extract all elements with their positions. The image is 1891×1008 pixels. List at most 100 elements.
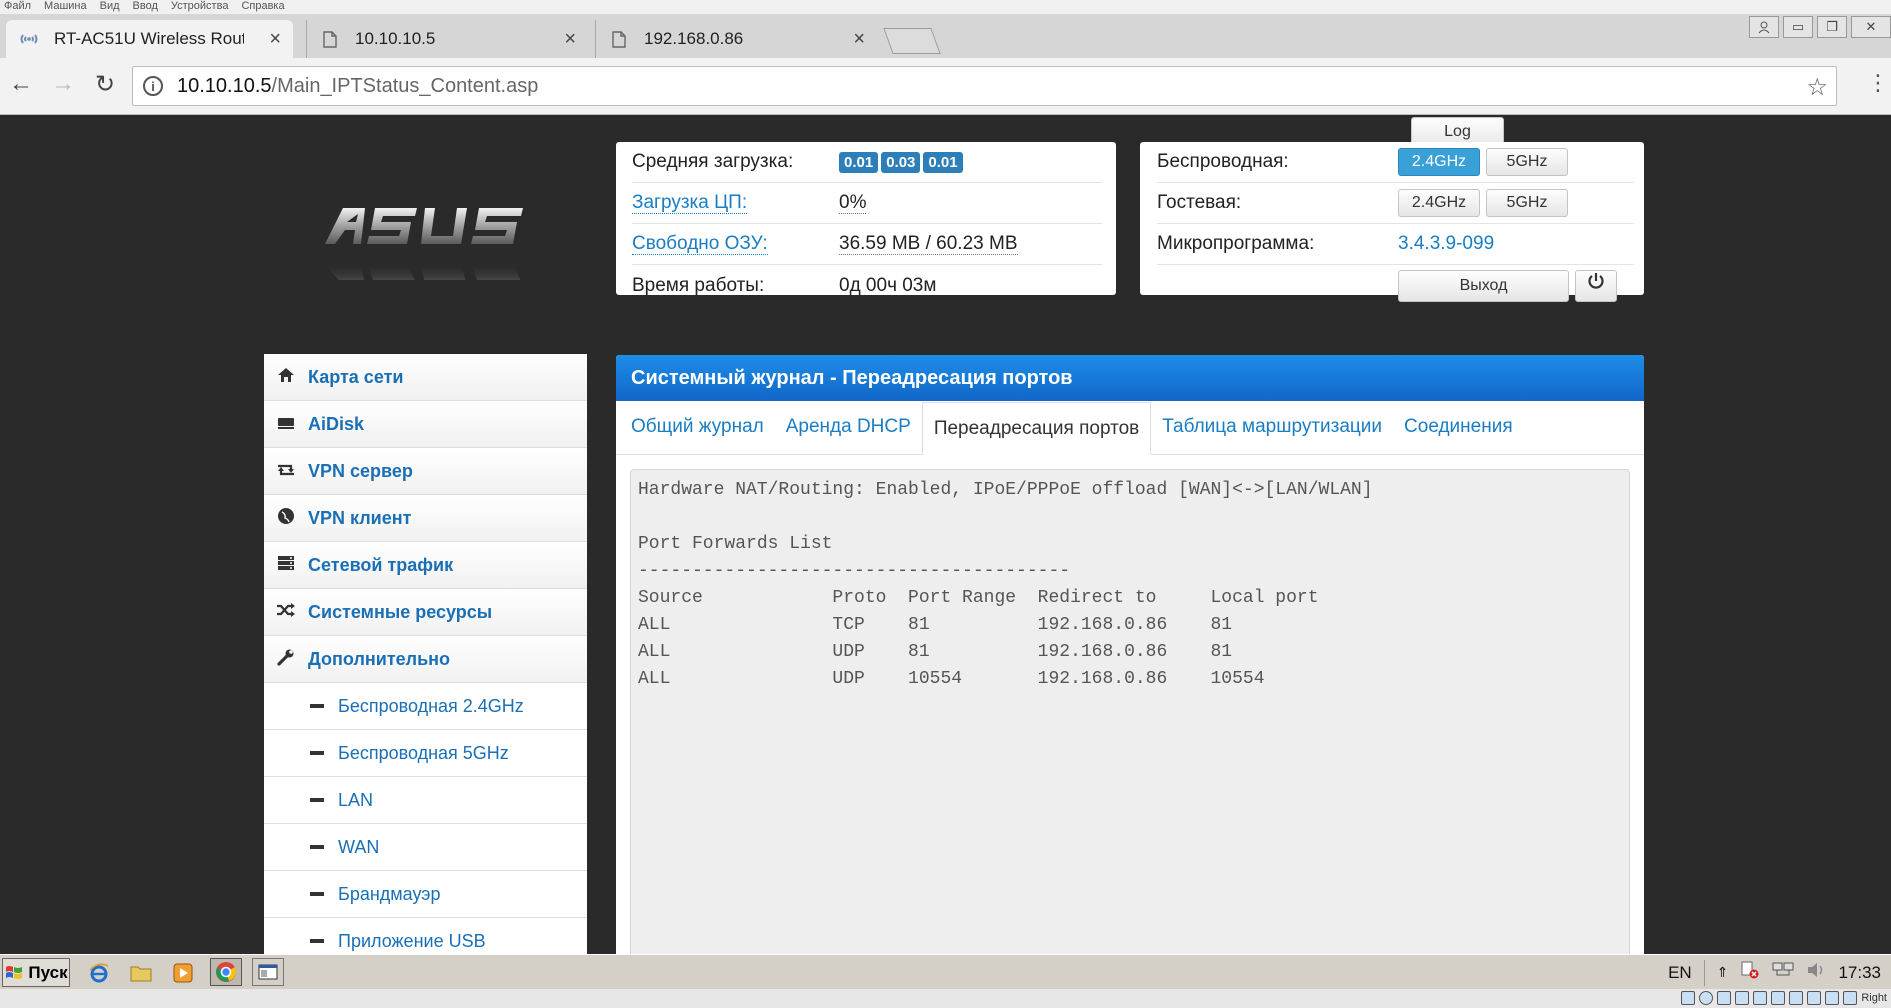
router-page: Средняя загрузка: 0.01 0.03 0.01 Загрузка … xyxy=(0,115,1891,954)
sidebar-subitem-firewall[interactable]: Брандмауэр xyxy=(264,871,587,918)
sidebar-item-aidisk[interactable]: AiDisk xyxy=(264,401,587,448)
port-forward-log[interactable]: Hardware NAT/Routing: Enabled, IPoE/PPPo… xyxy=(630,469,1630,954)
folder-icon[interactable] xyxy=(128,960,154,985)
start-button[interactable]: Пуск xyxy=(2,958,70,987)
shuffle-icon xyxy=(264,602,308,623)
vm-menu-devices[interactable]: Устройства xyxy=(171,0,229,14)
site-info-icon[interactable]: i xyxy=(143,76,163,96)
volume-icon[interactable] xyxy=(1806,961,1826,984)
vm-menu-help[interactable]: Справка xyxy=(241,0,284,14)
menu-kebab-icon[interactable]: ⋮ xyxy=(1867,70,1889,96)
sidebar-subitem-usb[interactable]: Приложение USB xyxy=(264,918,587,954)
tab-dhcp-leases[interactable]: Аренда DHCP xyxy=(775,401,922,454)
restore-icon[interactable]: ❐ xyxy=(1817,16,1847,38)
tab-port-forwarding[interactable]: Переадресация портов xyxy=(921,402,1152,455)
sidebar-item-vpn-client[interactable]: VPN клиент xyxy=(264,495,587,542)
address-bar[interactable]: i 10.10.10.5/Main_IPTStatus_Content.asp … xyxy=(132,66,1837,106)
sidebar-subitem-wireless-24[interactable]: Беспроводная 2.4GHz xyxy=(264,683,587,730)
wireless-5ghz-button[interactable]: 5GHz xyxy=(1486,148,1568,176)
ie-icon[interactable] xyxy=(86,960,112,985)
tab-192-168-0-86[interactable]: 192.168.0.86 × xyxy=(595,20,877,58)
sidebar-item-traffic[interactable]: Сетевой трафик xyxy=(264,542,587,589)
network-adapter-icon[interactable] xyxy=(1771,991,1786,1005)
document-icon xyxy=(321,30,339,48)
forward-icon[interactable]: → xyxy=(48,70,78,98)
power-button[interactable] xyxy=(1575,269,1617,302)
sidebar-item-network-map[interactable]: Карта сети xyxy=(264,354,587,401)
sidebar-subitem-lan[interactable]: LAN xyxy=(264,777,587,824)
close-window-icon[interactable]: ✕ xyxy=(1851,16,1891,38)
sidebar-menu: Карта сети AiDisk VPN сервер VPN клиент … xyxy=(264,354,587,954)
shared-folder-icon[interactable] xyxy=(1735,991,1750,1005)
close-icon[interactable]: × xyxy=(564,28,576,51)
globe-icon xyxy=(264,507,308,530)
uptime-row: Время работы: 0д 00ч 03м xyxy=(632,265,1102,306)
free-ram-value: 36.59 MB / 60.23 MB xyxy=(839,233,1018,255)
new-tab-button[interactable] xyxy=(883,28,941,54)
tab-general-log[interactable]: Общий журнал xyxy=(620,401,775,454)
start-label: Пуск xyxy=(28,962,68,982)
optical-drive-icon[interactable] xyxy=(1699,991,1714,1005)
host-key-label: Right xyxy=(1861,992,1887,1004)
tab-connections[interactable]: Соединения xyxy=(1393,401,1524,454)
firmware-row: Микропрограмма: 3.4.3.9-099 xyxy=(1157,224,1634,265)
tray-expand-icon[interactable]: ⇑ xyxy=(1717,964,1729,981)
minimize-icon[interactable]: ▭ xyxy=(1783,16,1813,38)
load-badge-5: 0.03 xyxy=(881,152,921,173)
tab-routing-table[interactable]: Таблица маршрутизации xyxy=(1151,401,1393,454)
tab-title: 10.10.10.5 xyxy=(355,29,436,48)
sidebar-item-label: VPN клиент xyxy=(308,507,412,528)
load-average-label: Средняя загрузка: xyxy=(632,151,794,172)
cpu-load-link[interactable]: Загрузка ЦП: xyxy=(632,192,839,214)
dash-icon xyxy=(310,704,324,708)
hdd-icon[interactable] xyxy=(1681,991,1696,1005)
vm-menu-file[interactable]: Файл xyxy=(4,0,31,14)
browser-toolbar: ← → ↻ i 10.10.10.5/Main_IPTStatus_Conten… xyxy=(0,58,1891,115)
sidebar-subitem-wireless-5[interactable]: Беспроводная 5GHz xyxy=(264,730,587,777)
wireless-status-panel: Беспроводная: 2.4GHz 5GHz Гостевая: 2.4G… xyxy=(1140,142,1644,302)
window-taskbar-icon[interactable] xyxy=(252,958,284,986)
close-icon[interactable]: × xyxy=(269,28,281,51)
sidebar-item-advanced[interactable]: Дополнительно xyxy=(264,636,587,683)
clock[interactable]: 17:33 xyxy=(1838,963,1881,983)
cpu-row: Загрузка ЦП: 0% xyxy=(632,183,1102,224)
logout-row: Выход xyxy=(1157,265,1634,306)
language-indicator[interactable]: EN xyxy=(1668,963,1692,983)
logout-button[interactable]: Выход xyxy=(1398,269,1569,302)
network-icon[interactable] xyxy=(1772,961,1794,984)
vm-menu-machine[interactable]: Машина xyxy=(44,0,87,14)
os-taskbar: Пуск EN ⇑ 17:33 xyxy=(0,954,1891,989)
close-icon[interactable]: × xyxy=(853,28,865,51)
firmware-version-link[interactable]: 3.4.3.9-099 xyxy=(1398,233,1494,255)
sidebar-subitem-label: Приложение USB xyxy=(338,930,486,951)
reload-icon[interactable]: ↻ xyxy=(90,70,120,99)
sidebar-subitem-wan[interactable]: WAN xyxy=(264,824,587,871)
video-capture-icon[interactable] xyxy=(1789,991,1804,1005)
bookmark-star-icon[interactable]: ☆ xyxy=(1806,73,1828,102)
wireless-label: Беспроводная: xyxy=(1157,151,1289,172)
sidebar-item-label: AiDisk xyxy=(308,413,365,434)
cpu-icon[interactable] xyxy=(1807,991,1822,1005)
usb-icon[interactable] xyxy=(1717,991,1732,1005)
vm-menu-view[interactable]: Вид xyxy=(100,0,120,14)
mouse-integration-icon[interactable] xyxy=(1825,991,1840,1005)
vpn-server-icon xyxy=(264,461,308,482)
sidebar-item-vpn-server[interactable]: VPN сервер xyxy=(264,448,587,495)
back-icon[interactable]: ← xyxy=(6,70,36,98)
network-error-icon[interactable] xyxy=(1740,961,1760,984)
media-player-icon[interactable] xyxy=(170,960,196,985)
tab-router[interactable]: RT-AC51U Wireless Router × xyxy=(6,20,293,58)
profile-icon[interactable] xyxy=(1749,16,1779,38)
display-icon[interactable] xyxy=(1753,991,1768,1005)
vm-menu-input[interactable]: Ввод xyxy=(133,0,158,14)
sidebar-item-system-resources[interactable]: Системные ресурсы xyxy=(264,589,587,636)
guest-5ghz-button[interactable]: 5GHz xyxy=(1486,189,1568,217)
windows-logo-icon xyxy=(6,965,23,979)
free-ram-link[interactable]: Свободно ОЗУ: xyxy=(632,233,839,255)
wireless-2-4ghz-button[interactable]: 2.4GHz xyxy=(1398,148,1480,176)
tab-10-10-10-5[interactable]: 10.10.10.5 × xyxy=(306,20,588,58)
keyboard-icon[interactable] xyxy=(1843,991,1858,1005)
guest-2-4ghz-button[interactable]: 2.4GHz xyxy=(1398,189,1480,217)
chrome-taskbar-icon[interactable] xyxy=(210,958,242,986)
uptime-label: Время работы: xyxy=(632,274,765,296)
